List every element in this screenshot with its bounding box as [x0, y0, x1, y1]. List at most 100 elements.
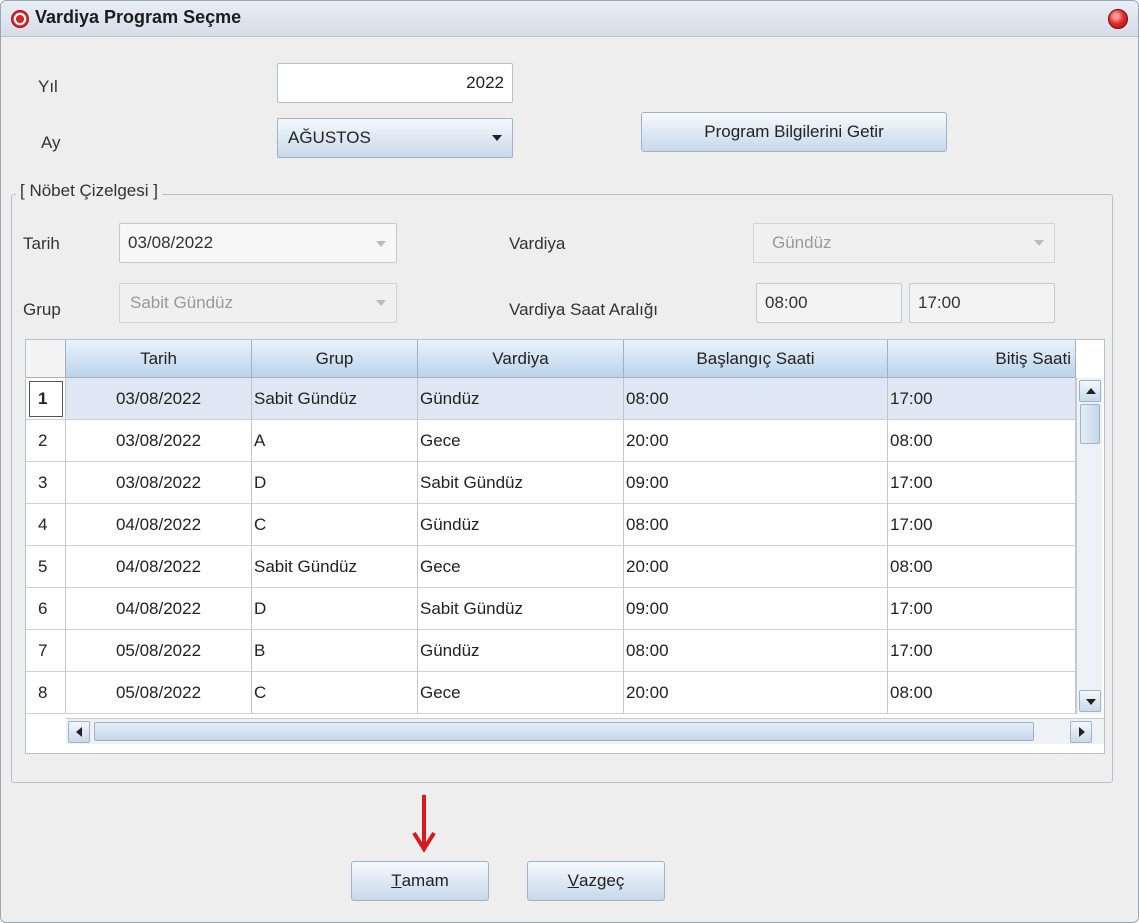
chevron-down-icon	[1034, 240, 1044, 246]
bitis-cell[interactable]: 08:00	[888, 672, 1076, 714]
yil-label: Yıl	[38, 77, 58, 96]
bitis-cell[interactable]: 17:00	[888, 378, 1076, 420]
vardiya-cell[interactable]: Gündüz	[418, 630, 624, 672]
row-number-cell[interactable]: 3	[26, 462, 66, 504]
vardiya-cell[interactable]: Gece	[418, 546, 624, 588]
scroll-up-button[interactable]	[1079, 380, 1101, 402]
tarih-cell[interactable]: 04/08/2022	[66, 504, 252, 546]
chevron-down-icon	[492, 135, 502, 141]
grup-cell[interactable]: Sabit Gündüz	[252, 546, 418, 588]
grup-cell[interactable]: D	[252, 462, 418, 504]
vardiya-cell[interactable]: Gündüz	[418, 504, 624, 546]
ay-label: Ay	[41, 133, 61, 152]
grup-cell[interactable]: C	[252, 504, 418, 546]
scroll-right-button[interactable]	[1070, 721, 1092, 743]
column-header-baslangic[interactable]: Başlangıç Saati	[624, 340, 888, 378]
row-number-cell[interactable]: 7	[26, 630, 66, 672]
grup-cell[interactable]: B	[252, 630, 418, 672]
grup-cell[interactable]: A	[252, 420, 418, 462]
row-number-cell[interactable]: 4	[26, 504, 66, 546]
vertical-scroll-thumb[interactable]	[1080, 404, 1100, 444]
saat-end-field: 17:00	[909, 283, 1055, 323]
tarih-cell[interactable]: 03/08/2022	[66, 462, 252, 504]
table-row[interactable]: 7 05/08/2022 B Gündüz 08:00 17:00	[26, 630, 1076, 672]
grup-value: Sabit Gündüz	[130, 293, 234, 312]
dialog-window: Vardiya Program Seçme Yıl 2022 Ay AĞUSTO…	[0, 0, 1139, 923]
table-row[interactable]: 4 04/08/2022 C Gündüz 08:00 17:00	[26, 504, 1076, 546]
vardiya-select: Gündüz	[753, 223, 1055, 263]
yil-input[interactable]: 2022	[277, 63, 513, 103]
table-row[interactable]: 2 03/08/2022 A Gece 20:00 08:00	[26, 420, 1076, 462]
bitis-cell[interactable]: 17:00	[888, 504, 1076, 546]
bitis-cell[interactable]: 08:00	[888, 546, 1076, 588]
close-icon[interactable]	[1108, 9, 1128, 29]
baslangic-cell[interactable]: 09:00	[624, 588, 888, 630]
baslangic-cell[interactable]: 08:00	[624, 504, 888, 546]
arrow-down-icon	[1086, 699, 1096, 705]
arrow-right-icon	[1079, 727, 1085, 737]
baslangic-cell[interactable]: 20:00	[624, 546, 888, 588]
grup-label: Grup	[23, 300, 61, 319]
ay-selected-value: AĞUSTOS	[288, 128, 371, 147]
window-title: Vardiya Program Seçme	[35, 7, 242, 27]
tarih-cell[interactable]: 04/08/2022	[66, 588, 252, 630]
vardiya-cell[interactable]: Gece	[418, 420, 624, 462]
tarih-cell[interactable]: 03/08/2022	[66, 378, 252, 420]
row-number-cell[interactable]: 6	[26, 588, 66, 630]
bitis-cell[interactable]: 17:00	[888, 588, 1076, 630]
tarih-cell[interactable]: 04/08/2022	[66, 546, 252, 588]
tarih-cell[interactable]: 05/08/2022	[66, 672, 252, 714]
fetch-program-button[interactable]: Program Bilgilerini Getir	[641, 112, 947, 152]
row-number-cell[interactable]: 8	[26, 672, 66, 714]
horizontal-scroll-thumb[interactable]	[94, 722, 1034, 741]
column-header-tarih[interactable]: Tarih	[66, 340, 252, 378]
arrow-left-icon	[76, 727, 82, 737]
tarih-cell[interactable]: 03/08/2022	[66, 420, 252, 462]
vardiya-cell[interactable]: Sabit Gündüz	[418, 588, 624, 630]
bitis-cell[interactable]: 17:00	[888, 462, 1076, 504]
column-header-grup[interactable]: Grup	[252, 340, 418, 378]
baslangic-cell[interactable]: 09:00	[624, 462, 888, 504]
vertical-scrollbar[interactable]	[1076, 378, 1102, 714]
ok-mnemonic: T	[391, 871, 402, 890]
baslangic-cell[interactable]: 20:00	[624, 672, 888, 714]
ay-select[interactable]: AĞUSTOS	[277, 118, 513, 158]
column-header-bitis[interactable]: Bitiş Saati	[888, 340, 1076, 378]
bitis-cell[interactable]: 17:00	[888, 630, 1076, 672]
table-row[interactable]: 8 05/08/2022 C Gece 20:00 08:00	[26, 672, 1076, 714]
baslangic-cell[interactable]: 20:00	[624, 420, 888, 462]
saat-araligi-label: Vardiya Saat Aralığı	[509, 300, 658, 319]
vardiya-cell[interactable]: Gündüz	[418, 378, 624, 420]
tarih-value: 03/08/2022	[128, 233, 214, 252]
ok-button[interactable]: Tamam	[351, 861, 489, 901]
table-row[interactable]: 5 04/08/2022 Sabit Gündüz Gece 20:00 08:00	[26, 546, 1076, 588]
horizontal-scrollbar[interactable]	[66, 718, 1104, 744]
baslangic-cell[interactable]: 08:00	[624, 630, 888, 672]
schedule-panel-legend: [ Nöbet Çizelgesi ]	[16, 181, 162, 201]
grup-cell[interactable]: D	[252, 588, 418, 630]
app-icon	[11, 10, 29, 28]
vardiya-cell[interactable]: Gece	[418, 672, 624, 714]
column-header-vardiya[interactable]: Vardiya	[418, 340, 624, 378]
cancel-button[interactable]: Vazgeç	[527, 861, 665, 901]
row-number-cell[interactable]: 1	[26, 378, 66, 420]
row-number-cell[interactable]: 5	[26, 546, 66, 588]
row-number-cell[interactable]: 2	[26, 420, 66, 462]
table-row[interactable]: 1 03/08/2022 Sabit Gündüz Gündüz 08:00 17:00	[26, 378, 1076, 420]
grup-cell[interactable]: C	[252, 672, 418, 714]
table-row[interactable]: 6 04/08/2022 D Sabit Gündüz 09:00 17:00	[26, 588, 1076, 630]
bitis-cell[interactable]: 08:00	[888, 420, 1076, 462]
baslangic-cell[interactable]: 08:00	[624, 378, 888, 420]
table-row[interactable]: 3 03/08/2022 D Sabit Gündüz 09:00 17:00	[26, 462, 1076, 504]
scroll-down-button[interactable]	[1079, 690, 1101, 712]
cancel-mnemonic: V	[567, 871, 579, 890]
table-corner[interactable]	[26, 340, 66, 378]
tarih-field[interactable]: 03/08/2022	[119, 223, 397, 263]
grup-cell[interactable]: Sabit Gündüz	[252, 378, 418, 420]
table-header: Tarih Grup Vardiya Başlangıç Saati Bitiş…	[26, 340, 1076, 378]
scroll-left-button[interactable]	[68, 721, 90, 743]
chevron-down-icon	[376, 300, 386, 306]
tarih-cell[interactable]: 05/08/2022	[66, 630, 252, 672]
ok-label-rest: amam	[401, 871, 449, 890]
vardiya-cell[interactable]: Sabit Gündüz	[418, 462, 624, 504]
